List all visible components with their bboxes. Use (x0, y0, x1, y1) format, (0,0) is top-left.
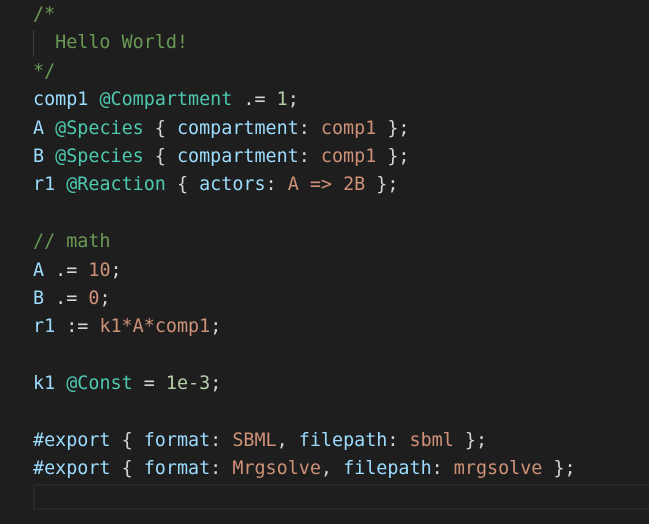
code-token: #export (33, 430, 111, 451)
code-token: k1*A*comp1 (99, 316, 211, 338)
code-line[interactable]: Hello World! (33, 29, 188, 57)
code-line[interactable]: k1 @Const = 1e-3; (33, 370, 221, 398)
code-token: }; (365, 174, 399, 196)
code-token: filepath (343, 458, 432, 480)
code-line[interactable]: // math (33, 228, 111, 256)
code-line[interactable]: A .= 10; (33, 257, 122, 285)
code-token: }; (376, 146, 410, 167)
code-token: @Compartment (99, 89, 233, 111)
code-token: #export (33, 458, 111, 480)
code-line[interactable]: r1 @Reaction { actors: A => 2B }; (33, 171, 398, 199)
code-token: { (110, 458, 144, 480)
code-token: actors (199, 174, 266, 196)
code-line[interactable]: comp1 @Compartment .= 1; (33, 86, 299, 114)
code-token: }; (376, 117, 410, 139)
code-token: 10 (88, 259, 111, 281)
code-line[interactable]: #export { format: Mrgsolve, filepath: mr… (33, 455, 576, 483)
code-token: mrgsolve (453, 458, 543, 480)
code-token: compartment (176, 146, 299, 167)
code-token: := (55, 316, 100, 338)
code-token: */ (33, 60, 56, 82)
code-token: { (143, 146, 177, 167)
code-token: // math (33, 231, 111, 253)
code-token: compartment (176, 117, 299, 139)
code-token: }; (453, 430, 488, 451)
code-token: { (110, 430, 144, 451)
code-token: 1e-3 (165, 373, 211, 395)
code-token: B (33, 288, 45, 309)
code-token: ; (210, 373, 222, 395)
code-line[interactable]: B @Species { compartment: comp1 }; (33, 143, 410, 171)
code-token: { (165, 174, 200, 196)
code-token: .= (44, 288, 89, 309)
code-token: Mrgsolve (232, 458, 321, 480)
code-token: format (143, 458, 211, 480)
code-token: @Reaction (66, 174, 166, 196)
code-token: comp1 (33, 89, 89, 111)
code-token: : (298, 117, 321, 139)
code-token: , (320, 458, 344, 480)
code-token: ; (287, 89, 299, 111)
code-token: r1 (33, 316, 56, 338)
code-token: A (33, 259, 45, 281)
code-token: 1 (276, 89, 288, 111)
code-line[interactable]: r1 := k1*A*comp1; (33, 313, 221, 341)
current-line-highlight (33, 484, 649, 510)
code-line[interactable]: /* (33, 1, 55, 29)
code-line[interactable]: #export { format: SBML, filepath: sbml }… (33, 427, 487, 455)
code-token: @Const (66, 373, 133, 395)
code-editor[interactable]: /* Hello World! */ comp1 @Compartment .= 1… (0, 0, 649, 524)
code-token: A (33, 117, 45, 139)
code-token: r1 (33, 174, 56, 196)
code-token: 0 (88, 288, 100, 309)
code-token: , (276, 430, 299, 451)
code-line[interactable]: B .= 0; (33, 285, 111, 313)
code-token: @Species (55, 117, 144, 139)
code-token: /* (33, 4, 56, 25)
code-token: }; (542, 458, 576, 480)
code-token: : (265, 174, 288, 196)
code-token: = (132, 373, 166, 395)
code-token: k1 (33, 373, 56, 395)
code-token: sbml (409, 430, 454, 451)
code-token: @Species (55, 146, 144, 167)
code-token: : (210, 430, 233, 451)
code-token: filepath (298, 430, 388, 451)
code-token: ; (210, 316, 222, 338)
code-token: comp1 (320, 146, 377, 167)
code-token: ; (99, 288, 111, 309)
code-line[interactable]: */ (33, 58, 55, 86)
code-token: { (143, 117, 177, 139)
code-token: comp1 (320, 117, 377, 139)
code-token: SBML (232, 430, 277, 451)
code-token: A => 2B (287, 174, 366, 196)
code-token: format (143, 430, 211, 451)
code-token: : (298, 146, 321, 167)
code-line[interactable]: A @Species { compartment: comp1 }; (33, 115, 410, 143)
code-token: : (387, 430, 410, 451)
code-token: .= (44, 259, 89, 281)
code-token: : (210, 458, 233, 480)
code-token: ; (110, 259, 122, 281)
code-token: Hello World! (33, 32, 189, 54)
code-token: B (33, 146, 45, 167)
code-token: .= (232, 89, 277, 111)
code-token: : (431, 458, 454, 480)
